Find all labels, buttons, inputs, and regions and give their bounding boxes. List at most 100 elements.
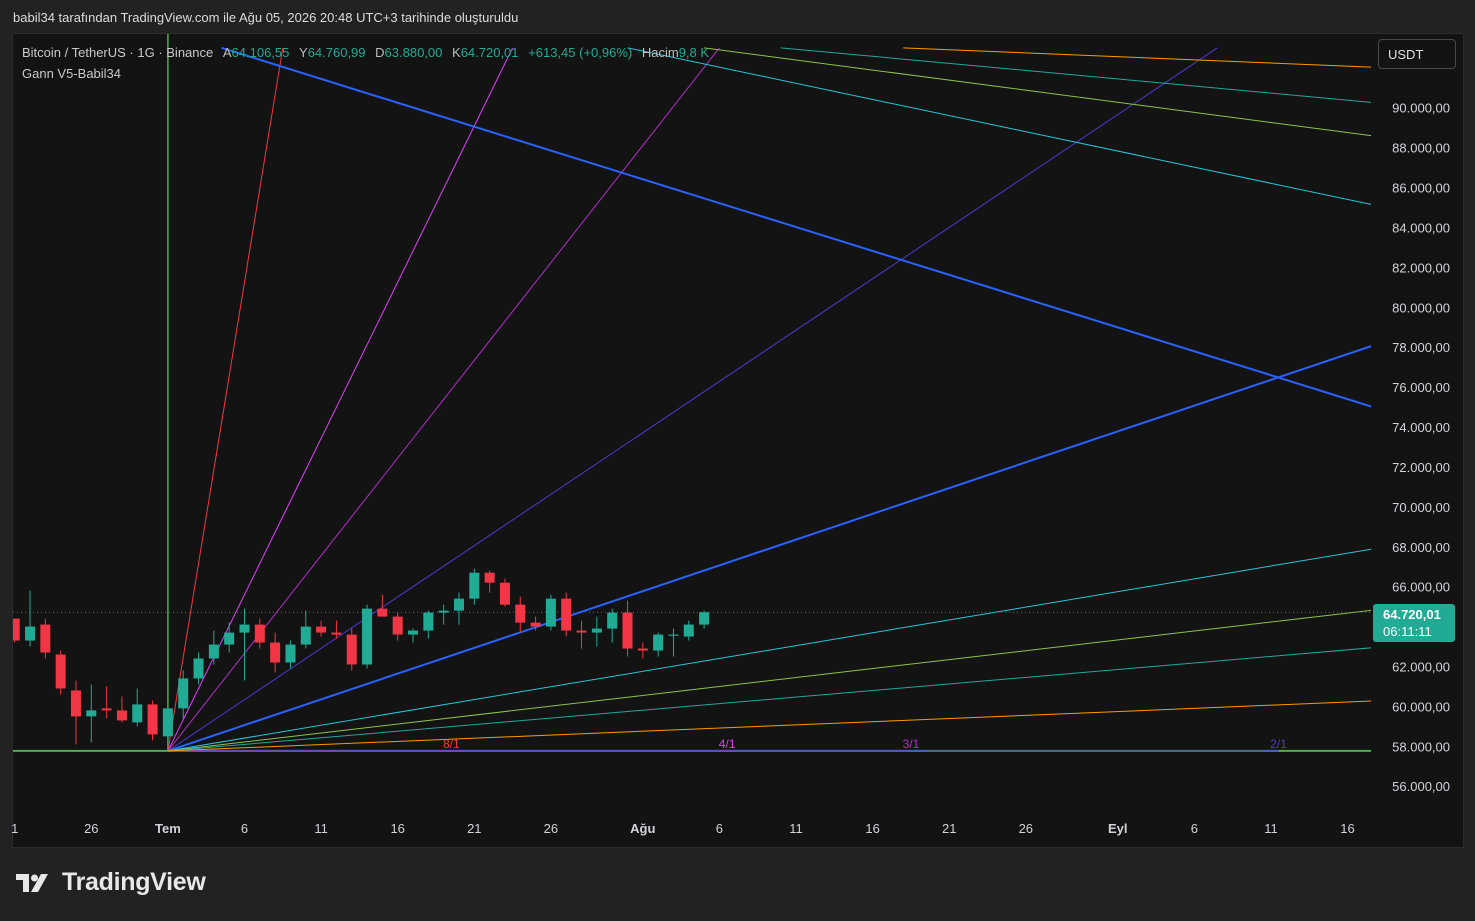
gann-ratio-label: 2/1	[1270, 737, 1287, 751]
candle-body	[193, 658, 204, 679]
candle-body	[224, 632, 235, 645]
candle-body	[147, 704, 158, 735]
y-axis-tick-label: 78.000,00	[1392, 340, 1450, 355]
y-axis-tick-label: 80.000,00	[1392, 300, 1450, 315]
y-axis-tick-label: 62.000,00	[1392, 659, 1450, 674]
x-axis-tick-label: 21	[467, 821, 481, 836]
x-axis-tick-label: 26	[544, 821, 558, 836]
candle-body	[377, 608, 388, 617]
gann-ratio-label: 8/1	[443, 737, 460, 751]
x-axis-tick-label: 11	[1264, 821, 1278, 836]
candle-body	[622, 612, 633, 649]
x-axis-tick-label: Tem	[155, 821, 181, 836]
gann-fan-line-7	[167, 47, 1218, 752]
y-axis-tick-label: 72.000,00	[1392, 460, 1450, 475]
low-value: 63.880,00	[384, 45, 443, 60]
gann-fan-line-5	[167, 47, 514, 752]
candle-body	[331, 632, 342, 635]
candle-body	[25, 626, 36, 641]
x-axis-tick-label: 16	[865, 821, 879, 836]
candle-body	[699, 612, 710, 625]
candle-body	[116, 710, 127, 721]
gann-down-line-2	[704, 47, 1371, 137]
y-axis-tick-label: 86.000,00	[1392, 181, 1450, 196]
candle-body	[653, 634, 664, 651]
tradingview-logo-icon	[16, 873, 48, 892]
change-value: +613,45 (+0,96%)	[528, 45, 633, 60]
x-axis-tick-label: 1	[11, 821, 18, 836]
gann-fan-line-12	[167, 700, 1371, 752]
x-axis-tick-label: Ağu	[630, 821, 655, 836]
y-axis-tick-label: 68.000,00	[1392, 540, 1450, 555]
gann-down-line-0	[221, 46, 1371, 408]
candle-body	[239, 624, 250, 633]
candle-body	[453, 598, 464, 611]
candle-body	[13, 618, 20, 641]
candle-body	[40, 624, 51, 653]
gann-ratio-label: 3/1	[903, 737, 920, 751]
candle-body	[530, 622, 541, 627]
price-chart[interactable]: 8/1 4/1 3/1 2/1 56.000,00 58.000,00 60.000,00…	[0, 0, 1475, 921]
open-label: A	[222, 45, 232, 60]
gann-fan-line-8	[167, 345, 1371, 752]
gann-fan-line-6	[167, 47, 720, 752]
gann-fan-line-10	[167, 609, 1371, 752]
candle-body	[545, 598, 556, 627]
candle-body	[86, 710, 97, 717]
x-axis-tick-label: 26	[84, 821, 98, 836]
candle-body	[316, 626, 327, 633]
x-axis-tick-label: 6	[716, 821, 723, 836]
currency-button[interactable]: USDT	[1378, 39, 1456, 69]
open-value: 64.106,55	[231, 45, 290, 60]
brand-logo[interactable]: TradingView	[14, 868, 206, 897]
candle-body	[70, 690, 81, 717]
brand-name: TradingView	[62, 868, 206, 896]
candle-body	[162, 708, 173, 737]
y-axis-tick-label: 66.000,00	[1392, 580, 1450, 595]
x-axis-tick-label: 16	[1340, 821, 1354, 836]
last-price-value: 64.720,01	[1383, 607, 1441, 622]
candle-body	[683, 624, 694, 637]
y-axis-tick-label: 60.000,00	[1392, 699, 1450, 714]
x-axis-tick-label: 6	[241, 821, 248, 836]
candle-body	[576, 630, 587, 633]
y-axis-tick-label: 90.000,00	[1392, 101, 1450, 116]
y-axis-tick-label: 56.000,00	[1392, 779, 1450, 794]
close-label: K	[452, 45, 461, 60]
volume-value: 9,8 K	[678, 45, 710, 60]
candle-body	[254, 624, 265, 643]
gann-down-line-1	[627, 47, 1371, 205]
candle-body	[423, 612, 434, 631]
indicator-name[interactable]: Gann V5-Babil34	[22, 66, 121, 81]
y-axis-tick-label: 84.000,00	[1392, 220, 1450, 235]
candle-body	[499, 582, 510, 605]
candle-body	[469, 572, 480, 599]
y-axis-tick-label: 74.000,00	[1392, 420, 1450, 435]
candle-body	[438, 610, 449, 613]
close-value: 64.720,01	[460, 45, 519, 60]
gann-down-line-4	[903, 47, 1371, 68]
symbol-name[interactable]: Bitcoin / TetherUS · 1G · Binance	[22, 45, 213, 60]
candle-body	[346, 634, 357, 665]
candle-body	[132, 704, 143, 723]
candle-body	[285, 644, 296, 663]
candle-body	[178, 678, 189, 709]
candle-body	[637, 648, 648, 651]
symbol-legend: Bitcoin / TetherUS · 1G · Binance A64.10…	[22, 45, 709, 60]
x-axis-tick-label: Eyl	[1108, 821, 1128, 836]
low-label: D	[375, 45, 385, 60]
candle-body	[55, 654, 66, 689]
candle-body	[591, 628, 602, 633]
gann-down-line-3	[780, 47, 1371, 103]
x-axis-tick-label: 26	[1019, 821, 1033, 836]
candle-body	[515, 604, 526, 623]
x-axis-tick-label: 11	[789, 821, 803, 836]
y-axis-tick-label: 58.000,00	[1392, 739, 1450, 754]
candle-body	[392, 616, 403, 635]
candle-body	[270, 642, 281, 663]
high-value: 64.760,99	[307, 45, 366, 60]
candle-body	[561, 598, 572, 631]
x-axis-tick-label: 11	[314, 821, 328, 836]
x-axis-tick-label: 6	[1191, 821, 1198, 836]
volume-label: Hacim	[641, 45, 679, 60]
